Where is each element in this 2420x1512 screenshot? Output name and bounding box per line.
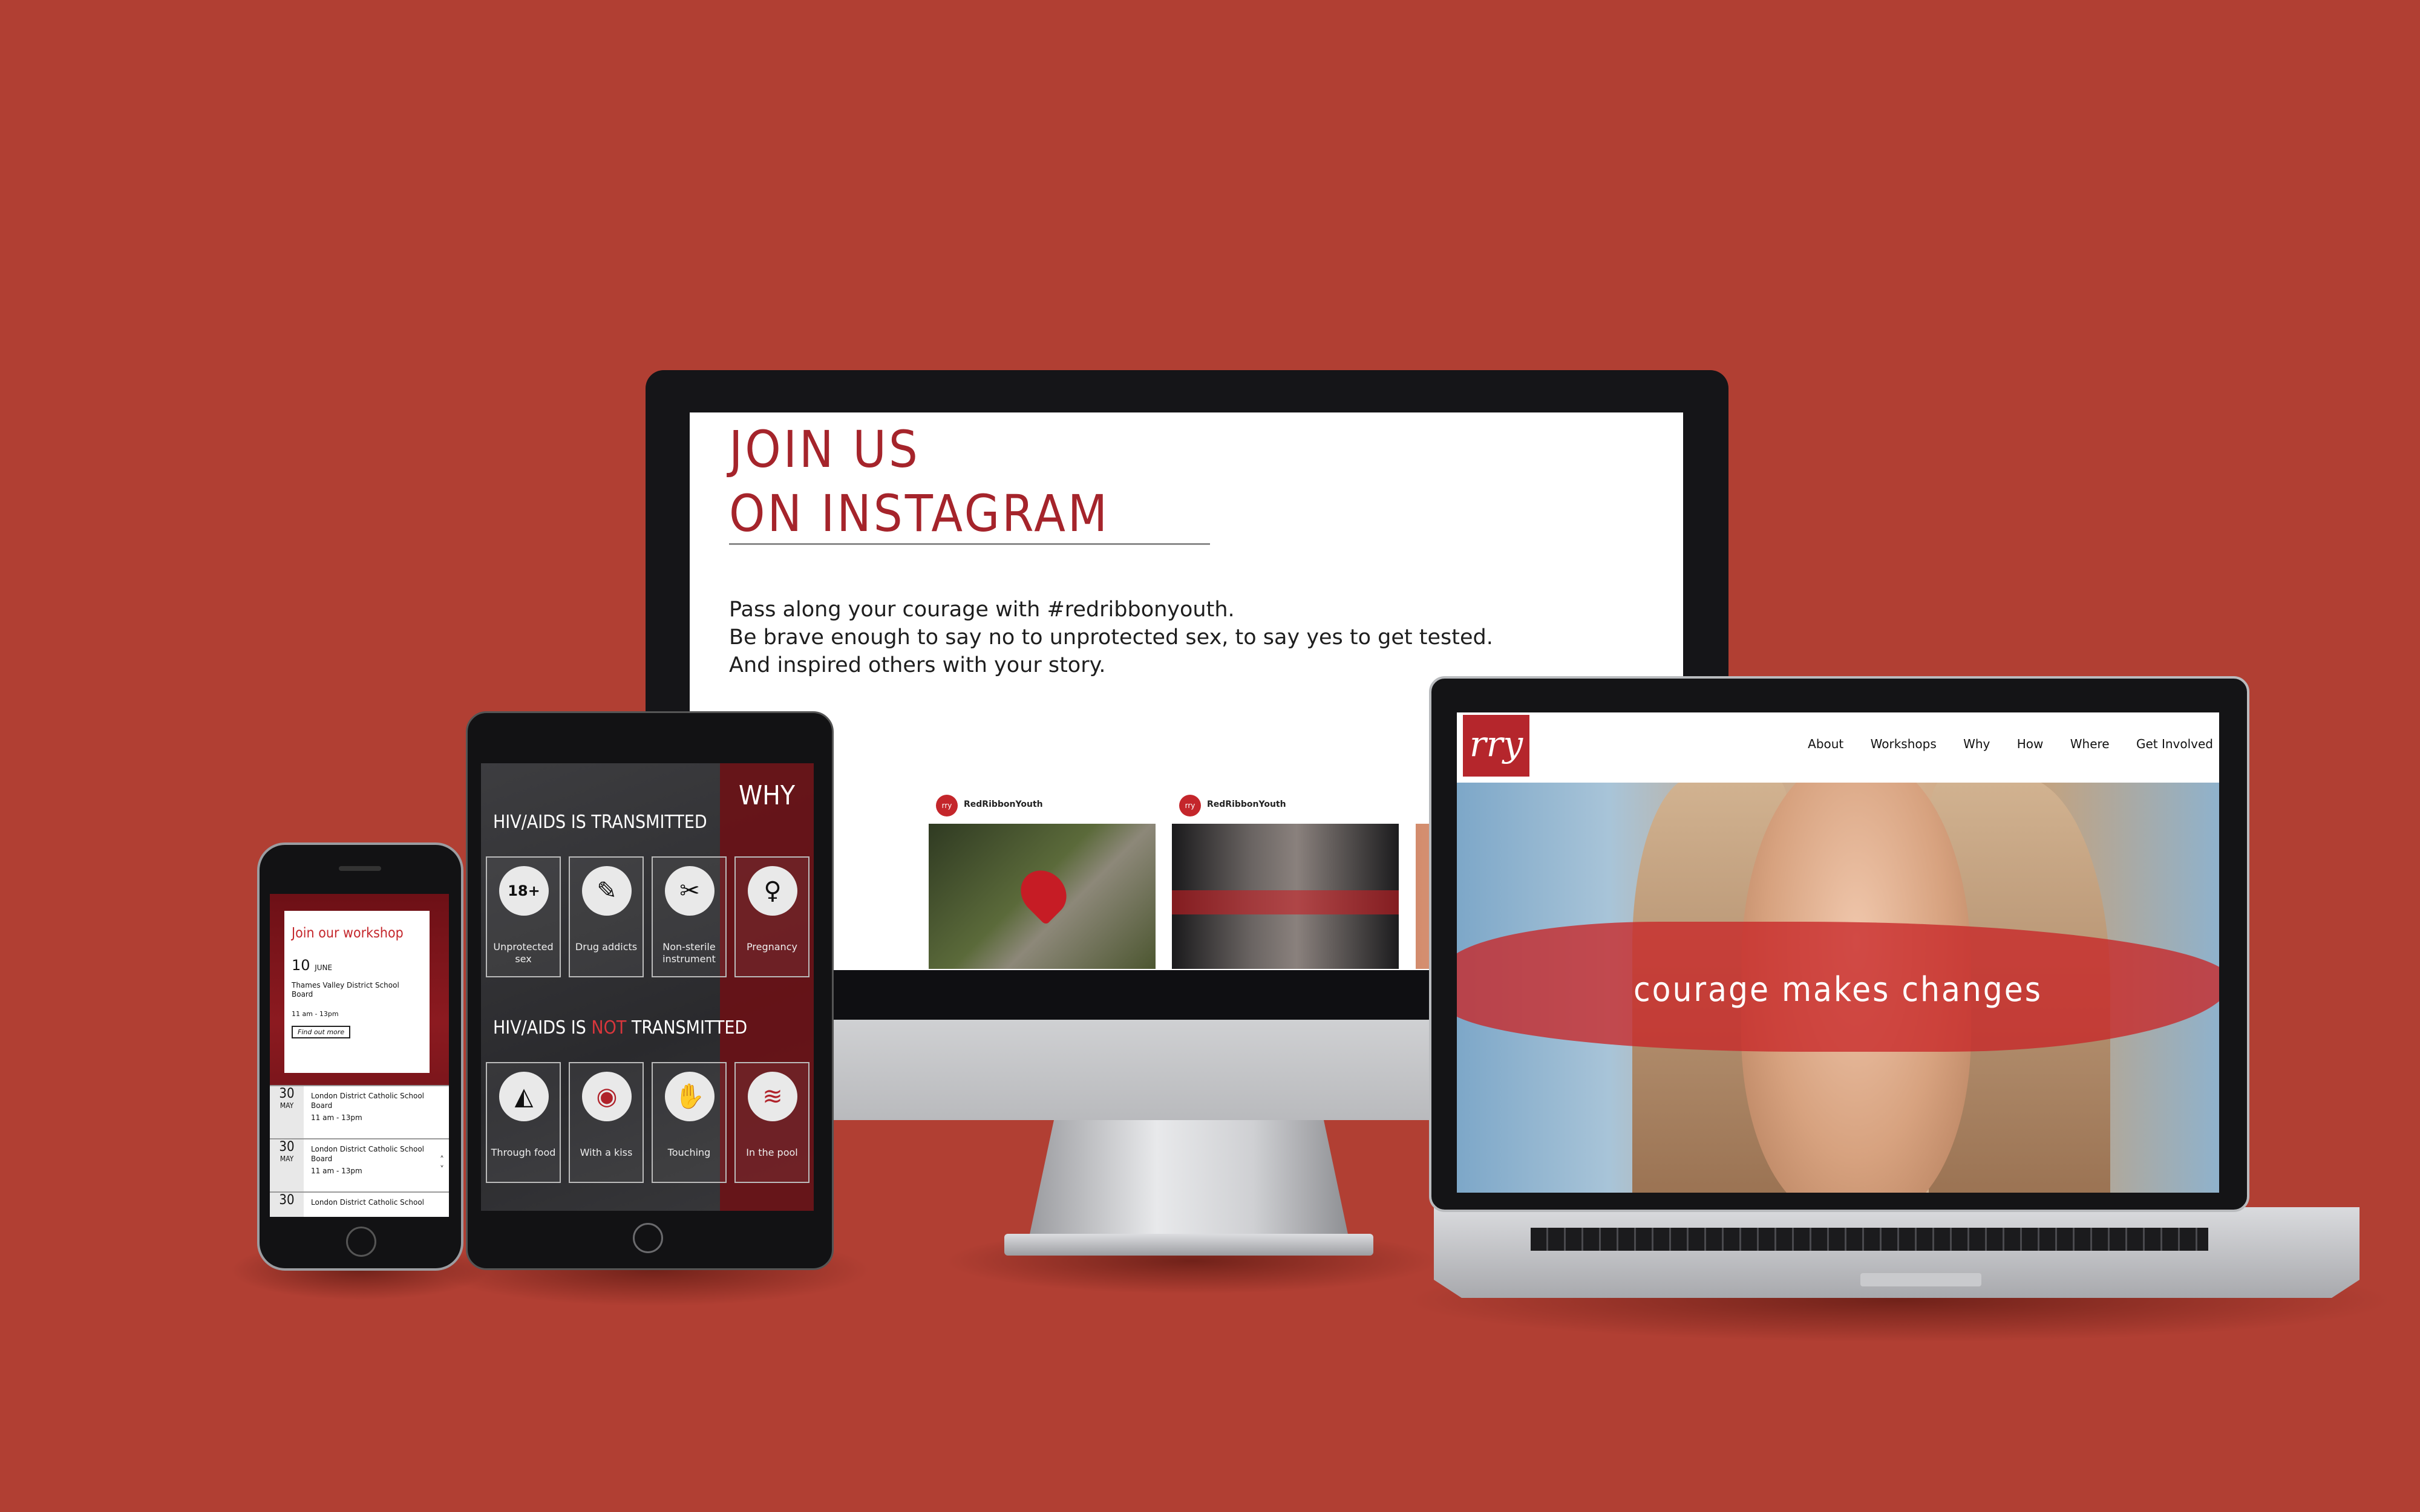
tile-label: In the pool — [746, 1147, 798, 1158]
list-location: London District Catholic School Board 11 … — [311, 1144, 438, 1176]
list-month: MAY — [280, 1101, 294, 1110]
tile-drug-addicts[interactable]: ✎ Drug addicts — [569, 856, 644, 977]
not-heading-red: NOT — [591, 1017, 627, 1038]
list-date: 30 MAY — [270, 1139, 304, 1191]
card-day: 10 — [292, 957, 310, 974]
card-board: Thames Valley District School Board — [292, 981, 399, 999]
nav-get-involved[interactable]: Get Involved — [2136, 737, 2213, 751]
post-username[interactable]: RedRibbonYouth — [1207, 800, 1286, 809]
red-rope-heart-photo — [929, 824, 1156, 969]
instagram-post[interactable]: rry RedRibbonYouth — [1172, 786, 1399, 969]
tile-label: Drug addicts — [575, 941, 638, 953]
find-out-more-button[interactable]: Find out more — [292, 1026, 351, 1038]
body-line-3: And inspired others with your story. — [729, 653, 1106, 677]
list-board: London District Catholic School Board — [311, 1145, 425, 1163]
tile-label: Pregnancy — [747, 941, 797, 953]
tile-touching[interactable]: ✋ Touching — [652, 1062, 727, 1183]
nav-about[interactable]: About — [1808, 737, 1843, 751]
post-username[interactable]: RedRibbonYouth — [964, 800, 1043, 809]
portrait-red-band — [1172, 890, 1399, 914]
phone-speaker — [339, 866, 381, 871]
heading-line-2: ON INSTAGRAM — [729, 484, 1110, 543]
card-title: Join our workshop — [292, 925, 404, 941]
tile-label: Non-sterile instrument — [662, 941, 716, 965]
tile-in-the-pool[interactable]: ≋ In the pool — [734, 1062, 809, 1183]
tile-label: Unprotected sex — [493, 941, 554, 965]
tattoo-needle-icon: ✂ — [665, 866, 715, 916]
girl-portrait-photo — [1172, 824, 1399, 969]
nav-workshops[interactable]: Workshops — [1871, 737, 1937, 751]
tile-with-a-kiss[interactable]: ◉ With a kiss — [569, 1062, 644, 1183]
list-location: London District Catholic School — [311, 1198, 438, 1207]
syringe-icon: ✎ — [582, 866, 632, 916]
laptop-keyboard — [1531, 1228, 2208, 1251]
hero-tagline: courage makes changes — [1633, 970, 2043, 1009]
nav-how[interactable]: How — [2017, 737, 2044, 751]
not-heading-prefix: HIV/AIDS IS — [493, 1017, 592, 1038]
list-day: 30 — [279, 1193, 295, 1208]
main-nav: About Workshops Why How Where Get Involv… — [1537, 737, 2213, 755]
tile-non-sterile-instrument[interactable]: ✂ Non-sterile instrument — [652, 856, 727, 977]
cake-icon: ◭ — [499, 1072, 549, 1121]
rope-heart-icon — [1011, 861, 1076, 926]
pregnant-woman-icon: ♀ — [748, 866, 797, 916]
list-time: 11 am - 13pm — [311, 1113, 362, 1122]
tile-label: With a kiss — [580, 1147, 633, 1158]
hero-image: courage makes changes — [1457, 783, 2219, 1193]
workshop-list-item[interactable]: 30 MAY London District Catholic School Bo… — [270, 1138, 449, 1191]
tile-through-food[interactable]: ◭ Through food — [486, 1062, 561, 1183]
tile-unprotected-sex[interactable]: 18+ Unprotected sex — [486, 856, 561, 977]
heading-line-1: JOIN US — [729, 420, 920, 479]
instagram-body: Pass along your courage with #redribbony… — [729, 596, 1564, 679]
tablet-home-button[interactable] — [633, 1223, 663, 1253]
rry-logo[interactable]: rry — [1463, 715, 1529, 777]
tile-label: Touching — [667, 1147, 711, 1158]
not-heading-suffix: TRANSMITTED — [626, 1017, 748, 1038]
why-label[interactable]: WHY — [720, 780, 814, 811]
pool-icon: ≋ — [748, 1072, 797, 1121]
list-time: 11 am - 13pm — [311, 1167, 362, 1175]
instagram-post[interactable]: rry RedRibbonYouth — [929, 786, 1156, 969]
list-day: 30 — [279, 1086, 295, 1101]
body-line-2: Be brave enough to say no to unprotected… — [729, 625, 1493, 650]
body-line-1: Pass along your courage with #redribbony… — [729, 598, 1235, 622]
imac-stand-foot — [1004, 1234, 1373, 1256]
list-location: London District Catholic School Board 11 … — [311, 1091, 438, 1123]
handshake-icon: ✋ — [665, 1072, 715, 1121]
card-date: 10 JUNE — [292, 957, 332, 974]
heading-divider — [729, 543, 1210, 545]
tile-pregnancy[interactable]: ♀ Pregnancy — [734, 856, 809, 977]
transmitted-heading: HIV/AIDS IS TRANSMITTED — [493, 812, 707, 833]
imac-stand — [1028, 1119, 1349, 1240]
workshop-card: Join our workshop 10 JUNE Thames Valley … — [284, 911, 430, 1073]
list-month: MAY — [280, 1155, 294, 1163]
nav-where[interactable]: Where — [2070, 737, 2110, 751]
post-avatar: rry — [1179, 795, 1201, 816]
post-avatar: rry — [936, 795, 958, 816]
lips-icon: ◉ — [582, 1072, 632, 1121]
list-board: London District Catholic School Board — [311, 1092, 425, 1110]
scroll-arrows-icon[interactable]: ˄ ˅ — [440, 1155, 444, 1175]
nav-why[interactable]: Why — [1963, 737, 1990, 751]
workshop-list-item[interactable]: 30 MAY London District Catholic School Bo… — [270, 1085, 449, 1138]
phone-home-button[interactable] — [346, 1227, 376, 1257]
list-day: 30 — [279, 1139, 295, 1155]
list-date: 30 — [270, 1193, 304, 1217]
list-board: London District Catholic School — [311, 1198, 425, 1207]
card-month: JUNE — [315, 963, 333, 972]
workshop-list-item[interactable]: 30 London District Catholic School — [270, 1191, 449, 1217]
tile-label: Through food — [491, 1147, 556, 1158]
card-time: 11 am - 13pm — [292, 1010, 339, 1018]
not-transmitted-heading: HIV/AIDS IS NOT TRANSMITTED — [493, 1017, 747, 1038]
laptop-trackpad-notch — [1860, 1273, 1981, 1286]
clapperboard-18-icon: 18+ — [499, 866, 549, 916]
list-date: 30 MAY — [270, 1086, 304, 1138]
instagram-heading: JOIN US ON INSTAGRAM — [729, 417, 1110, 546]
